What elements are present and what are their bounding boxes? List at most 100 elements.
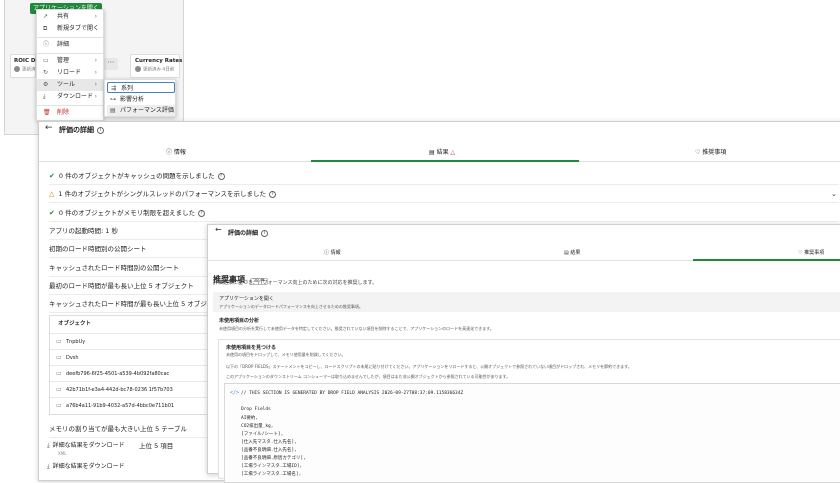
menu-item-download[interactable]: ⤓ ダウンロード › [37,91,103,103]
evaluation-dialog-recommendations: ← 評価の詳細 i ⓘ 情報 ▤ 結果 ♡ 推奨事項 推奨事項 38 件 評価結果… [207,224,840,483]
help-icon[interactable]: ? [198,209,206,217]
table-row[interactable]: ▭ TnpbUy [50,333,208,349]
menu-item-label: リロード [57,69,82,76]
group-title: アプリケーションを開く [219,296,274,302]
tab-recommendations[interactable]: ♡ 推奨事項 [695,147,726,156]
menu-item-manage[interactable]: ▭ 管理 › [37,55,103,67]
code-line: AI要約, [241,416,259,421]
dialog-title-text: 評価の詳細 [59,126,94,134]
card-subtitle-text: 更新済 [22,67,36,73]
tools-submenu: ⇶ 系列 ⊶ 影響分析 ▤ パフォーマンス評価 [104,79,176,117]
section-app-open-time: アプリの起動時間: 1 秒 [49,222,209,240]
section-initial-load-sheets[interactable]: 初期のロード時間別の公開シート [49,240,209,258]
tab-info[interactable]: ⓘ 情報 [324,249,341,256]
chevron-right-icon: › [94,13,97,20]
unused-fields-title: 未使用項目の分析 [219,318,260,324]
summary-text: 1 件のオブジェクトがシングルスレッドのパフォーマンスを示しました [58,190,266,198]
submenu-item-label: 影響分析 [120,96,145,103]
warning-icon: △ [49,190,55,198]
code-line: [工場ラインマスタ.工場ID], [241,464,303,469]
dialog-title: 評価の詳細 i [228,228,269,237]
menu-item-share[interactable]: ↗ 共有 › [37,11,103,23]
submenu-item-label: 系列 [121,85,134,92]
submenu-item-performance-evaluation[interactable]: ▤ パフォーマンス評価 [107,105,175,116]
back-arrow-icon[interactable]: ← [215,225,222,234]
info-icon: ⓘ [43,41,50,48]
active-tab-indicator [693,259,840,261]
tab-label: 推奨事項 [804,250,825,256]
code-line: [品番不良明細.仕入先名], [241,448,297,453]
info-icon[interactable]: i [97,126,104,134]
summary-row-cache: ✔ 0 件のオブジェクトがキャッシュの問題を示しました? [49,167,839,185]
object-icon: ▭ [56,370,62,377]
table-cell: a76b4a11-91b9-4032-a57d-4bbc0e711b01 [66,403,175,409]
card-subtitle: 未使用の項目をドロップして、メモリ使用量を削減してください。 [226,352,346,357]
check-icon: ✔ [49,172,55,180]
recommendations-description: 評価結果に基づき、パフォーマンス向上のために次の対応を推奨します。 [213,280,378,286]
report-icon: ▤ [110,107,116,114]
object-icon: ▭ [56,386,62,393]
tab-recommendations[interactable]: ♡ 推奨事項 [798,249,824,256]
tab-info[interactable]: ⓘ 情報 [166,147,186,156]
back-arrow-icon[interactable]: ← [45,123,53,133]
section-top5-initial-load[interactable]: 最初のロード時間が最も長い上位 5 オブジェクト [49,277,209,295]
menu-item-label: 詳細 [57,41,70,48]
share-icon: ↗ [43,13,49,20]
recommendation-group[interactable]: アプリケーションを開く アプリケーションのデータロードパフォーマンスを向上させる… [213,292,840,312]
help-icon[interactable]: ? [217,172,225,180]
table-row[interactable]: ▭ deefb796-6f25-4501-a539-4b092fa80cac [50,365,208,381]
object-icon: ▭ [56,402,62,409]
submenu-item-impact-analysis[interactable]: ⊶ 影響分析 [107,94,175,105]
menu-item-open-new-tab[interactable]: ⧉ 新規タブで開く [37,23,103,35]
tab-results[interactable]: ▤ 結果 [564,249,580,256]
summary-row-single-thread[interactable]: △ 1 件のオブジェクトがシングルスレッドのパフォーマンスを示しました? ⌄ [49,185,839,203]
gear-icon: ⚙ [43,81,49,88]
code-line: [品番不良明細.原因カテゴリ], [241,456,306,461]
object-icon: ▭ [56,354,62,361]
menu-item-label: 管理 [57,57,70,64]
warning-icon: △ [448,149,456,156]
new-tab-icon: ⧉ [43,25,48,32]
table-cell: 42b71b1f-e3a4-442d-bc78-0236 1f57b703 [66,387,173,393]
menu-divider [37,37,103,38]
download-results-button[interactable]: ⤓ 詳細な結果をダウンロード [47,440,125,450]
tab-label: 情報 [330,250,341,256]
chevron-right-icon: › [94,69,97,76]
download-format: XML [58,451,67,456]
section-cached-load-sheets[interactable]: キャッシュされたロード時間別の公開シート [49,259,209,277]
card-note: このアプリケーションのダウンストリーム コンシューマーは取り込めませんでしたが、… [226,374,511,379]
section-top5-cached-load[interactable]: キャッシュされたロード時間が最も長い上位 5 オブジェクト [49,295,226,313]
submenu-item-lineage[interactable]: ⇶ 系列 [107,82,175,93]
summary-text: 0 件のオブジェクトがメモリ制限を超えました [58,209,196,217]
menu-item-delete[interactable]: 🗑 削除 [37,107,103,119]
table-row[interactable]: ▭ 42b71b1f-e3a4-442d-bc78-0236 1f57b703 [50,381,208,397]
section-top5-fields[interactable]: 上位 5 項目 [139,440,173,450]
drop-fields-code-block[interactable]: </> // THIS SECTION IS GENERATED BY DROP… [224,383,840,483]
tab-results[interactable]: ▤ 結果 △ [429,147,455,156]
tab-label: 結果 [436,149,449,156]
trash-icon: 🗑 [43,109,51,116]
menu-item-label: ツール [57,81,76,88]
menu-item-label: 新規タブで開く [57,25,100,32]
chevron-right-icon: › [94,81,97,88]
info-icon[interactable]: i [261,230,269,237]
more-options-button[interactable]: ⋯ [104,58,118,70]
menu-item-tools[interactable]: ⚙ ツール › [37,79,103,91]
chevron-down-icon[interactable]: ⌄ [831,185,837,203]
summary-row-memory: ✔ 0 件のオブジェクトがメモリ制限を超えました? [49,204,839,222]
group-subtitle: アプリケーションのデータロードパフォーマンスを向上させるための推奨事項。 [219,304,363,309]
report-icon: ▤ [429,149,437,156]
menu-item-label: 共有 [57,13,70,20]
tab-label: 結果 [570,250,581,256]
menu-item-details[interactable]: ⓘ 詳細 [37,39,103,51]
section-top5-memory-tables[interactable]: メモリの割り当てが最も大きい上位 5 テーブル [49,420,209,438]
code-icon[interactable]: </> [230,390,239,396]
table-row[interactable]: ▭ Dvsh [50,349,208,365]
card-subtitle: 更新済み 4日前 [135,66,174,73]
menu-item-reload[interactable]: ↻ リロード › [37,67,103,79]
help-icon[interactable]: ? [268,190,276,198]
menu-item-label: 削除 [57,109,70,116]
tab-label: 推奨事項 [702,149,727,156]
download-results-button[interactable]: ⤓ 詳細な結果をダウンロード [47,461,125,471]
table-row[interactable]: ▭ a76b4a11-91b9-4032-a57d-4bbc0e711b01 [50,397,208,413]
